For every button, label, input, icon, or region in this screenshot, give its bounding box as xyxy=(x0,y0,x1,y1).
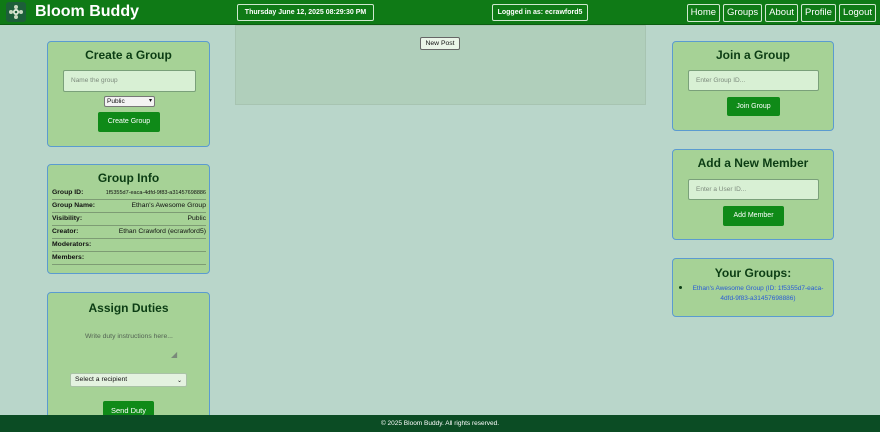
add-member-title: Add a New Member xyxy=(697,156,809,170)
add-member-button[interactable]: Add Member xyxy=(723,206,784,226)
info-value: Ethan Crawford (ecrawford5) xyxy=(118,228,206,235)
nav-home-button[interactable]: Home xyxy=(686,4,721,22)
group-info-title: Group Info xyxy=(97,171,160,185)
recipient-select[interactable]: Select a recipient ⌄ xyxy=(70,373,187,387)
top-navbar: Bloom Buddy Thursday June 12, 2025 08:29… xyxy=(0,0,880,25)
info-value: Public xyxy=(187,215,206,222)
chevron-down-icon: ⌄ xyxy=(176,378,182,384)
info-row-moderators: Moderators: xyxy=(52,239,206,252)
create-group-button[interactable]: Create Group xyxy=(98,112,160,132)
datetime-display: Thursday June 12, 2025 08:29:30 PM xyxy=(237,4,374,21)
user-id-input[interactable]: Enter a User ID... xyxy=(688,179,819,200)
info-row-group-id: Group ID: 1f5355d7-eaca-4dfd-9f83-a31457… xyxy=(52,187,206,200)
assign-duties-panel: Assign Duties Write duty instructions he… xyxy=(47,292,210,422)
create-group-panel: Create a Group Name the group Public ▾ C… xyxy=(47,41,210,147)
info-row-visibility: Visibility: Public xyxy=(52,213,206,226)
info-value: Ethan's Awesome Group xyxy=(131,202,206,209)
main-nav: Home Groups About Profile Logout xyxy=(686,4,876,22)
brand-title[interactable]: Bloom Buddy xyxy=(35,3,139,21)
join-group-panel: Join a Group Enter Group ID... Join Grou… xyxy=(672,41,834,131)
create-group-title: Create a Group xyxy=(85,48,172,62)
join-group-button[interactable]: Join Group xyxy=(727,97,780,116)
nav-groups-button[interactable]: Groups xyxy=(723,4,763,22)
footer: © 2025 Bloom Buddy. All rights reserved. xyxy=(0,415,880,432)
info-label: Moderators: xyxy=(52,241,92,248)
info-row-creator: Creator: Ethan Crawford (ecrawford5) xyxy=(52,226,206,239)
info-label: Group Name: xyxy=(52,202,96,209)
group-link[interactable]: Ethan's Awesome Group (ID: 1f5355d7-eaca… xyxy=(693,285,824,302)
your-groups-title: Your Groups: xyxy=(714,266,792,280)
resize-grip-icon[interactable]: ◢ xyxy=(171,350,177,359)
nav-about-button[interactable]: About xyxy=(765,4,798,22)
visibility-select[interactable]: Public ▾ xyxy=(104,96,155,107)
group-list-item[interactable]: Ethan's Awesome Group (ID: 1f5355d7-eaca… xyxy=(679,284,829,304)
duty-instructions-textarea[interactable]: Write duty instructions here... xyxy=(85,332,175,342)
info-label: Group ID: xyxy=(52,189,84,196)
info-value: 1f5355d7-eaca-4dfd-9f83-a31457698886 xyxy=(105,190,206,196)
info-label: Creator: xyxy=(52,228,79,235)
info-label: Members: xyxy=(52,254,85,261)
login-status: Logged in as: ecrawford5 xyxy=(492,4,588,21)
your-groups-panel: Your Groups: Ethan's Awesome Group (ID: … xyxy=(672,258,834,317)
recipient-select-value: Select a recipient xyxy=(75,376,128,383)
new-post-button[interactable]: New Post xyxy=(420,37,460,50)
info-row-members: Members: xyxy=(52,252,206,265)
group-id-input[interactable]: Enter Group ID... xyxy=(688,70,819,91)
bloom-buddy-logo-icon[interactable] xyxy=(6,2,26,22)
group-name-input[interactable]: Name the group xyxy=(63,70,196,92)
group-feed: New Post xyxy=(235,25,646,105)
nav-logout-button[interactable]: Logout xyxy=(838,4,876,22)
chevron-down-icon: ▾ xyxy=(148,98,152,104)
assign-duties-title: Assign Duties xyxy=(88,301,169,315)
bullet-icon xyxy=(679,286,682,289)
group-info-panel: Group Info Group ID: 1f5355d7-eaca-4dfd-… xyxy=(47,164,210,274)
info-label: Visibility: xyxy=(52,215,83,222)
nav-profile-button[interactable]: Profile xyxy=(801,4,836,22)
info-row-group-name: Group Name: Ethan's Awesome Group xyxy=(52,200,206,213)
add-member-panel: Add a New Member Enter a User ID... Add … xyxy=(672,149,834,240)
visibility-select-value: Public xyxy=(107,98,125,105)
join-group-title: Join a Group xyxy=(715,48,790,62)
